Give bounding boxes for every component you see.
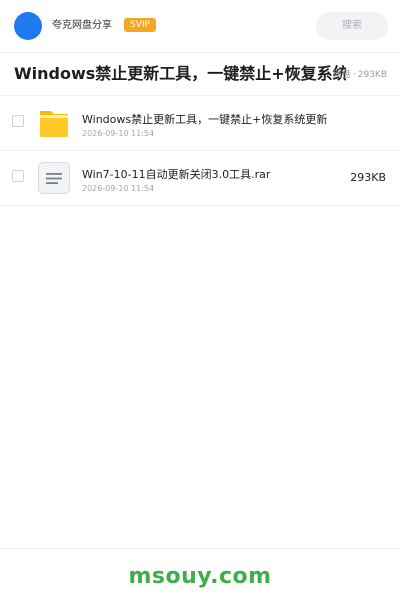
avatar[interactable] [14,12,42,40]
file-checkbox[interactable] [12,170,24,182]
file-size: 293KB [350,171,386,184]
file-date: 2026-09-10 11:54 [82,184,155,193]
site-watermark: msouy.com [128,564,272,589]
folder-icon [40,111,68,137]
user-name[interactable]: 夸克网盘分享 [52,19,112,33]
file-name[interactable]: Windows禁止更新工具，一键禁止+恢复系统更新 [82,113,342,127]
share-title-bar: Windows禁止更新工具，一键禁止+恢复系统更新 网盘 · 293KB [0,53,400,96]
share-title: Windows禁止更新工具，一键禁止+恢复系统更新 [14,64,346,83]
search-input[interactable]: 搜索 [316,12,388,40]
file-row-folder[interactable]: Windows禁止更新工具，一键禁止+恢复系统更新 2026-09-10 11:… [0,96,400,151]
share-meta-prefix: 网盘 [332,70,351,80]
file-row-archive[interactable]: Win7-10-11自动更新关闭3.0工具.rar 2026-09-10 11:… [0,151,400,206]
file-list: Windows禁止更新工具，一键禁止+恢复系统更新 2026-09-10 11:… [0,96,400,206]
svip-badge: SVIP [124,18,156,32]
share-meta: 网盘 · 293KB [333,69,387,81]
share-page: 夸克网盘分享 SVIP 搜索 Windows禁止更新工具，一键禁止+恢复系统更新… [0,0,400,600]
header: 夸克网盘分享 SVIP 搜索 [0,0,400,53]
file-name[interactable]: Win7-10-11自动更新关闭3.0工具.rar [82,168,342,182]
share-meta-separator: · [352,70,356,80]
footer: msouy.com [0,548,400,600]
file-checkbox[interactable] [12,115,24,127]
file-date: 2026-09-10 11:54 [82,129,155,138]
archive-file-icon [38,162,70,194]
share-total-size: 293KB [357,70,387,80]
